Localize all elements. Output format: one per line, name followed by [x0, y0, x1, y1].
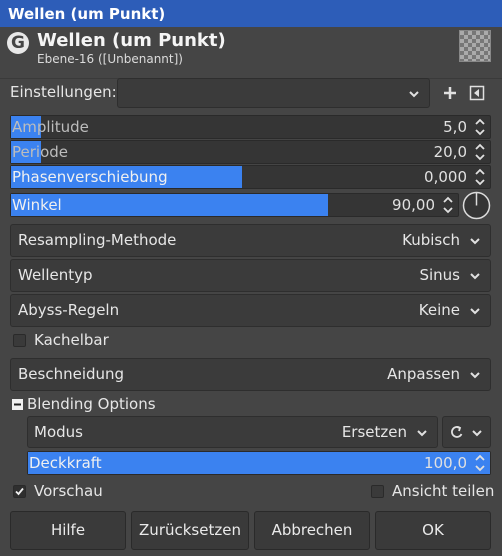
winkel-label: Winkel — [12, 196, 62, 214]
modus-value: Ersetzen — [341, 423, 407, 441]
resampling-value: Kubisch — [402, 231, 460, 249]
window-title: Wellen (um Punkt) — [8, 5, 166, 23]
amplitude-slider[interactable]: Amplitude 5,0 — [10, 115, 491, 139]
amplitude-label: Amplitude — [12, 118, 89, 136]
help-button[interactable]: Hilfe — [10, 511, 126, 550]
chevron-down-icon — [409, 91, 419, 98]
spin-arrows-icon[interactable] — [442, 195, 454, 215]
phase-label: Phasenverschiebung — [12, 168, 168, 186]
winkel-value: 90,00 — [392, 196, 435, 214]
modus-label: Modus — [34, 423, 83, 441]
ok-button[interactable]: OK — [375, 511, 491, 550]
beschneidung-value: Anpassen — [387, 365, 460, 383]
ansicht-teilen-checkbox[interactable] — [371, 485, 384, 498]
chevron-down-icon — [417, 430, 427, 437]
phase-slider[interactable]: Phasenverschiebung 0,000 — [10, 165, 491, 189]
wellentyp-value: Sinus — [419, 266, 460, 284]
deckkraft-slider[interactable]: Deckkraft 100,0 — [27, 451, 491, 475]
cancel-button[interactable]: Abbrechen — [254, 511, 370, 550]
chevron-down-icon — [470, 308, 480, 315]
layer-subtitle: Ebene-16 ([Unbenannt]) — [37, 52, 183, 66]
gimp-logo-icon: G — [7, 32, 29, 54]
amplitude-value: 5,0 — [443, 118, 467, 136]
chevron-down-icon — [470, 372, 480, 379]
spin-arrows-icon[interactable] — [474, 453, 486, 473]
reset-button[interactable]: Zurücksetzen — [131, 511, 249, 550]
chevron-down-icon — [470, 238, 480, 245]
periode-value: 20,0 — [433, 143, 467, 161]
wellentyp-combo[interactable]: Wellentyp Sinus — [10, 259, 491, 292]
deckkraft-label: Deckkraft — [29, 454, 102, 472]
dialog-title: Wellen (um Punkt) — [37, 30, 226, 51]
kachelbar-checkbox[interactable] — [13, 334, 26, 347]
kachelbar-label: Kachelbar — [34, 331, 109, 349]
beschneidung-combo[interactable]: Beschneidung Anpassen — [10, 358, 491, 391]
chevron-down-icon — [472, 430, 482, 437]
periode-label: Periode — [12, 143, 69, 161]
plus-icon[interactable] — [442, 85, 458, 101]
presets-label: Einstellungen: — [10, 83, 117, 101]
vorschau-checkbox[interactable] — [13, 485, 26, 498]
blending-options-label[interactable]: Blending Options — [27, 395, 156, 413]
phase-value: 0,000 — [424, 168, 467, 186]
beschneidung-label: Beschneidung — [18, 365, 125, 383]
checkmark-icon — [15, 487, 24, 496]
collapse-icon[interactable] — [12, 399, 23, 410]
window-titlebar: Wellen (um Punkt) — [0, 0, 502, 27]
winkel-slider[interactable]: Winkel 90,00 — [10, 193, 459, 217]
reset-mode-icon — [451, 426, 463, 438]
spin-arrows-icon[interactable] — [474, 167, 486, 187]
ansicht-teilen-label: Ansicht teilen — [392, 482, 495, 500]
angle-dial-icon[interactable] — [461, 190, 492, 221]
vorschau-label: Vorschau — [34, 482, 103, 500]
wellentyp-label: Wellentyp — [18, 266, 93, 284]
mode-reset-combo[interactable] — [442, 416, 491, 448]
resampling-label: Resampling-Methode — [18, 231, 177, 249]
chevron-down-icon — [470, 273, 480, 280]
spin-arrows-icon[interactable] — [474, 117, 486, 137]
presets-combo[interactable] — [117, 78, 430, 108]
periode-slider[interactable]: Periode 20,0 — [10, 140, 491, 164]
layer-thumbnail — [459, 30, 491, 62]
abyss-value: Keine — [418, 301, 460, 319]
deckkraft-value: 100,0 — [424, 454, 467, 472]
abyss-combo[interactable]: Abyss-Regeln Keine — [10, 294, 491, 327]
menu-arrow-icon[interactable] — [469, 85, 485, 101]
modus-combo[interactable]: Modus Ersetzen — [27, 416, 438, 448]
resampling-combo[interactable]: Resampling-Methode Kubisch — [10, 224, 491, 257]
abyss-label: Abyss-Regeln — [18, 301, 120, 319]
spin-arrows-icon[interactable] — [474, 142, 486, 162]
